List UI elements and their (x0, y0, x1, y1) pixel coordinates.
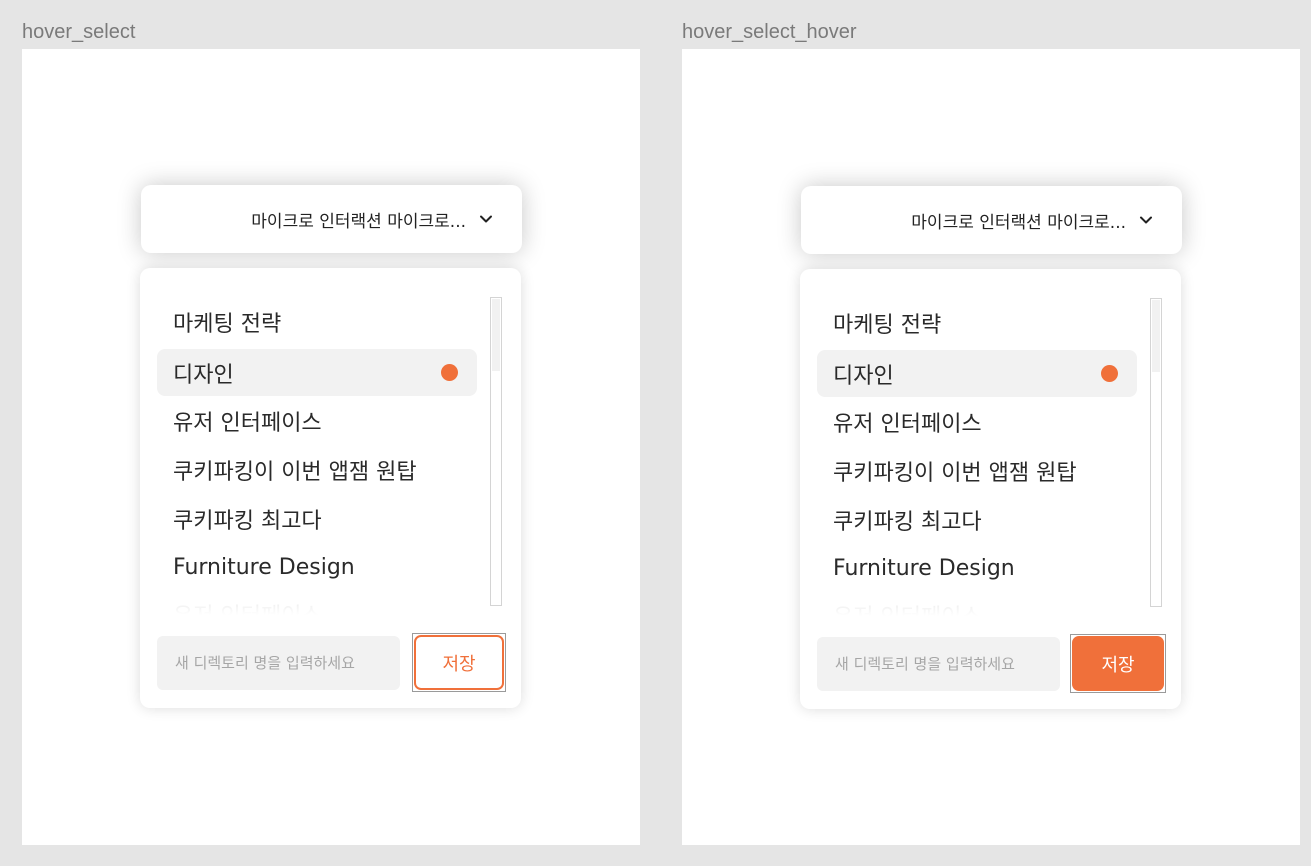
list-item[interactable]: 유저 인터페이스 (157, 397, 477, 444)
selected-dot-icon (1101, 365, 1118, 382)
list-item-label: 쿠키파킹 최고다 (833, 509, 982, 535)
list-item[interactable]: Furniture Design (157, 544, 477, 591)
directory-select[interactable]: 마이크로 인터랙션 마이크로... (801, 186, 1182, 254)
directory-select[interactable]: 마이크로 인터랙션 마이크로... (141, 185, 522, 253)
scrollbar-thumb[interactable] (492, 299, 500, 371)
list-item[interactable]: 유저 인터페이스 (817, 398, 1137, 445)
frame-hover-select-hover: 마이크로 인터랙션 마이크로... 마케팅 전략 디자인 유저 인터페이스 쿠키… (682, 49, 1300, 845)
list-item[interactable]: 쿠키파킹 최고다 (157, 495, 477, 542)
list-item-label: Furniture Design (173, 555, 355, 580)
list-item-label: Furniture Design (833, 556, 1015, 581)
list-item-label: 쿠키파킹이 이번 앱잼 원탑 (833, 460, 1077, 486)
scrollbar[interactable] (490, 297, 502, 606)
list-item[interactable]: 마케팅 전략 (817, 299, 1137, 346)
save-button-hover[interactable]: 저장 (1072, 636, 1164, 691)
frame-label-hover-select: hover_select (22, 21, 136, 43)
directory-list: 마케팅 전략 디자인 유저 인터페이스 쿠키파킹이 이번 앱잼 원탑 쿠키파킹 … (157, 298, 485, 620)
list-item-selected[interactable]: 디자인 (157, 349, 477, 396)
save-button-wrapper: 저장 (412, 633, 506, 692)
list-item[interactable]: 쿠키파킹이 이번 앱잼 원탑 (157, 446, 477, 493)
selected-dot-icon (441, 364, 458, 381)
list-item[interactable]: 유저 인터페이스 (157, 590, 477, 621)
chevron-down-icon (480, 215, 492, 223)
selected-value: 마이크로 인터랙션 마이크로... (251, 211, 466, 232)
list-item-label: 유저 인터페이스 (173, 603, 322, 621)
save-button[interactable]: 저장 (414, 635, 504, 690)
list-item-label: 유저 인터페이스 (173, 410, 322, 436)
directory-list: 마케팅 전략 디자인 유저 인터페이스 쿠키파킹이 이번 앱잼 원탑 쿠키파킹 … (817, 299, 1145, 621)
list-item-label: 쿠키파킹 최고다 (173, 508, 322, 534)
list-item-label: 유저 인터페이스 (833, 411, 982, 437)
list-item-label: 쿠키파킹이 이번 앱잼 원탑 (173, 459, 417, 485)
list-item[interactable]: 쿠키파킹이 이번 앱잼 원탑 (817, 447, 1137, 494)
list-item[interactable]: 마케팅 전략 (157, 298, 477, 345)
scrollbar-thumb[interactable] (1152, 300, 1160, 372)
selected-value: 마이크로 인터랙션 마이크로... (911, 212, 1126, 233)
list-item-label: 마케팅 전략 (833, 312, 942, 338)
list-item-label: 디자인 (833, 363, 894, 389)
new-directory-input[interactable] (817, 637, 1060, 691)
save-button-wrapper: 저장 (1070, 634, 1166, 693)
list-item[interactable]: 유저 인터페이스 (817, 591, 1137, 622)
list-item[interactable]: 쿠키파킹 최고다 (817, 496, 1137, 543)
list-item-label: 유저 인터페이스 (833, 604, 982, 622)
list-item-label: 디자인 (173, 362, 234, 388)
dropdown-panel: 마케팅 전략 디자인 유저 인터페이스 쿠키파킹이 이번 앱잼 원탑 쿠키파킹 … (800, 269, 1181, 709)
frame-hover-select: 마이크로 인터랙션 마이크로... 마케팅 전략 디자인 유저 인터페이스 쿠키… (22, 49, 640, 845)
list-item[interactable]: Furniture Design (817, 545, 1137, 592)
list-item-label: 마케팅 전략 (173, 311, 282, 337)
list-item-selected[interactable]: 디자인 (817, 350, 1137, 397)
frame-label-hover-select-hover: hover_select_hover (682, 21, 857, 43)
chevron-down-icon (1140, 216, 1152, 224)
new-directory-input[interactable] (157, 636, 400, 690)
scrollbar[interactable] (1150, 298, 1162, 607)
dropdown-panel: 마케팅 전략 디자인 유저 인터페이스 쿠키파킹이 이번 앱잼 원탑 쿠키파킹 … (140, 268, 521, 708)
